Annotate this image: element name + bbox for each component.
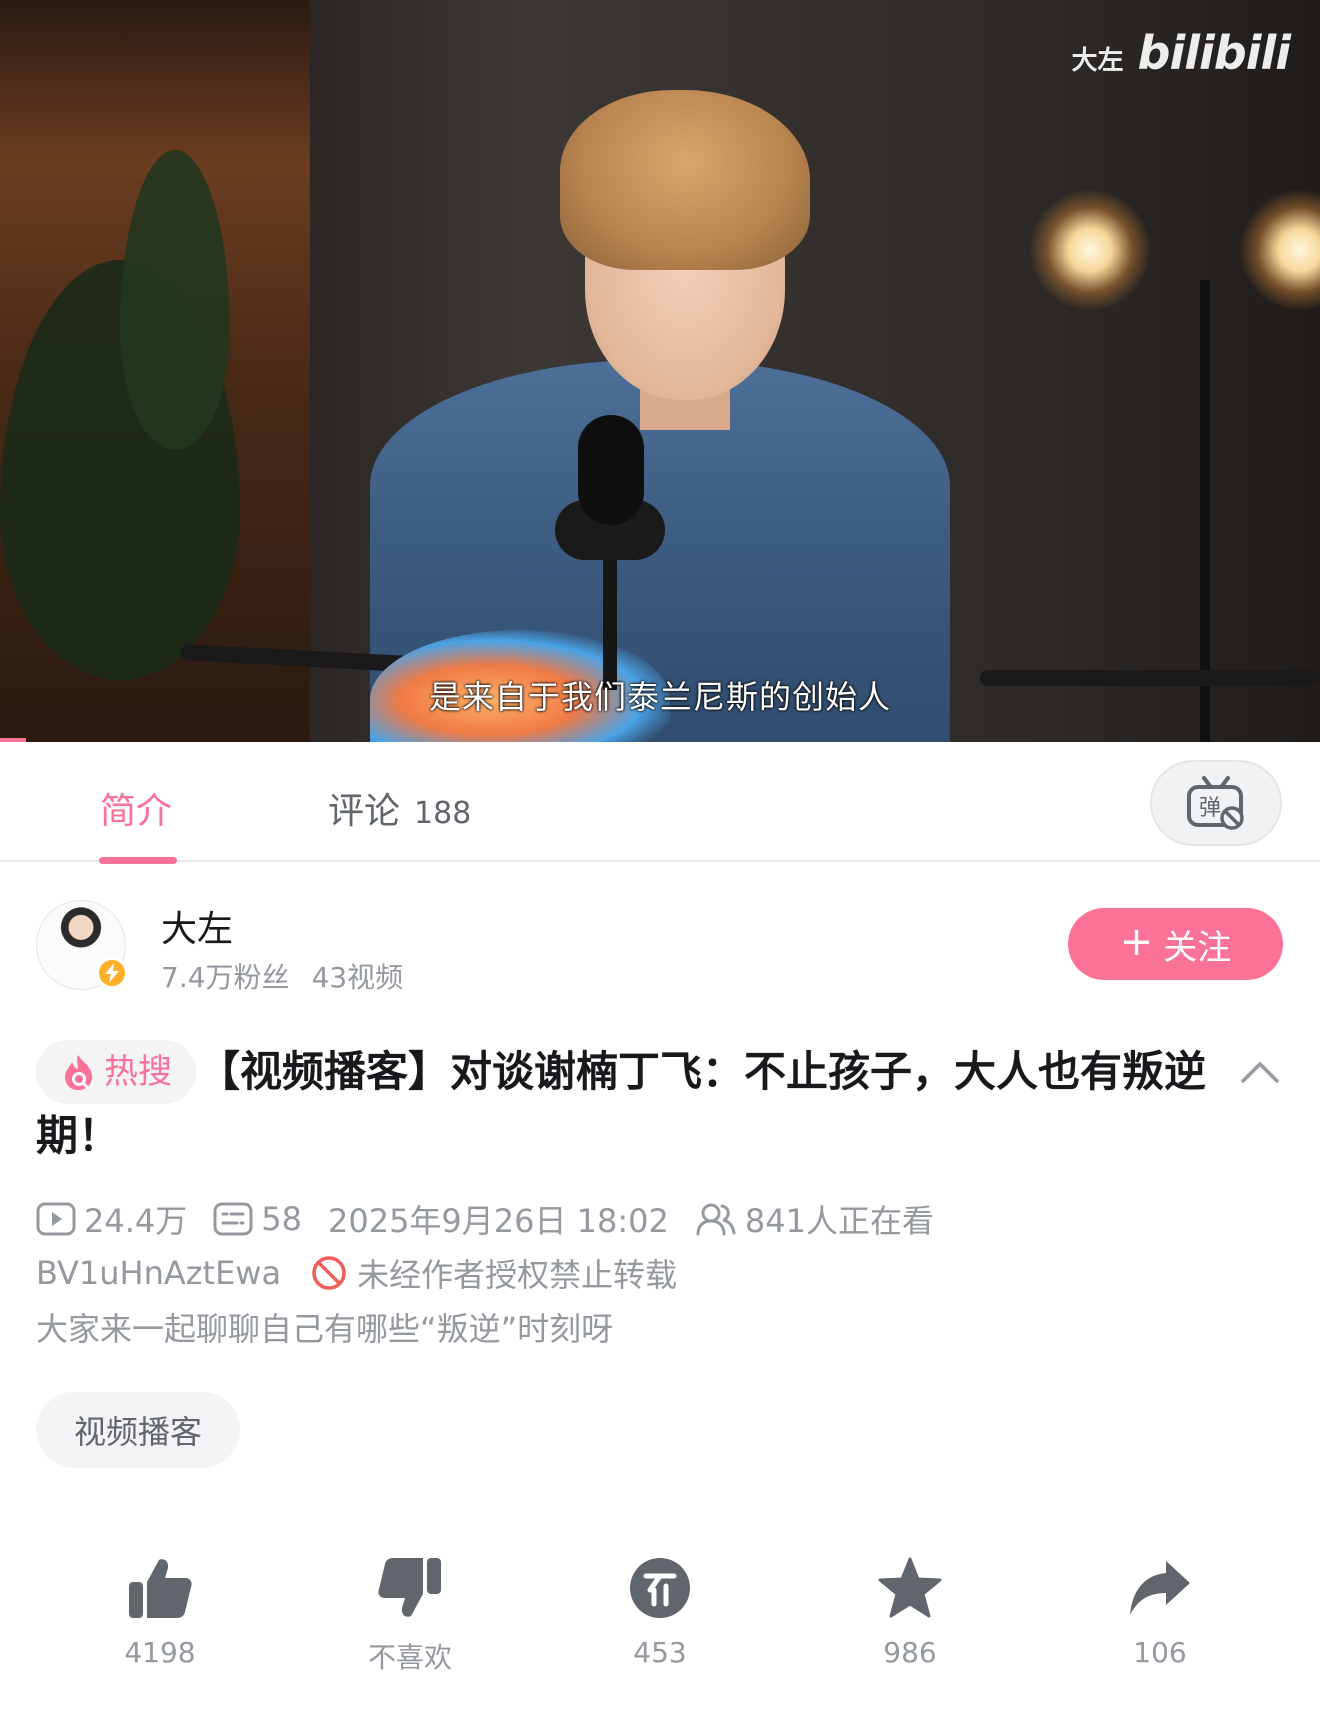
video-player[interactable]: 大左 bilibili 是来自于我们泰兰尼斯的创始人 [0, 0, 1320, 742]
uploader-video-count: 43视频 [311, 961, 404, 994]
copyright-text: 未经作者授权禁止转载 [357, 1256, 678, 1294]
tag-chip[interactable]: 视频播客 [36, 1392, 241, 1468]
people-watching-icon [696, 1203, 736, 1236]
video-stats-row: 24.4万 58 2025年9月26日 18:02 841人正在看 [36, 1196, 950, 1242]
dislike-label: 不喜欢 [367, 1641, 452, 1674]
favorite-button[interactable]: 986 [810, 1548, 1010, 1669]
video-mic-pole [603, 550, 617, 690]
coin-icon [630, 1558, 690, 1618]
hot-search-label: 热搜 [104, 1052, 172, 1092]
uploader-name[interactable]: 大左 [161, 900, 233, 952]
play-count-icon [36, 1202, 76, 1236]
like-button[interactable]: 4198 [60, 1548, 260, 1669]
follow-label: 关注 [1163, 927, 1232, 968]
watching-count: 841人正在看 [695, 1196, 934, 1242]
video-microphone [578, 415, 644, 525]
video-lamp-light [1240, 190, 1320, 310]
watching-count-value: 841人正在看 [744, 1202, 934, 1240]
tab-intro[interactable]: 简介 [100, 782, 172, 834]
view-count-value: 24.4万 [84, 1202, 188, 1240]
star-icon [878, 1557, 942, 1618]
forbidden-icon [312, 1256, 346, 1290]
tab-comments-label: 评论 [328, 791, 401, 832]
video-subtitle: 是来自于我们泰兰尼斯的创始人 [428, 678, 891, 716]
thumbs-down-icon [378, 1558, 441, 1617]
copyright-notice: 未经作者授权禁止转载 [311, 1250, 677, 1296]
video-person-hair [560, 90, 810, 270]
bvid: BV1uHnAztEwa [36, 1254, 282, 1292]
danmaku-count-value: 58 [261, 1200, 302, 1238]
video-title-block: 热搜 【视频播客】对谈谢楠丁飞：不止孩子，大人也有叛逆期！ [36, 1040, 1206, 1168]
watermark-user: 大左 [1071, 46, 1124, 76]
hot-search-tag[interactable]: 热搜 [36, 1040, 196, 1104]
tab-bar: 简介 评论 188 弹 [0, 742, 1320, 864]
uploader-fans: 7.4万粉丝 [161, 961, 290, 994]
flame-search-icon [65, 1055, 92, 1090]
share-arrow-icon [1130, 1561, 1190, 1615]
follow-button[interactable]: + 关注 [1068, 908, 1283, 980]
share-count: 106 [1133, 1636, 1187, 1669]
tab-comments[interactable]: 评论 188 [328, 782, 471, 834]
chevron-up-icon[interactable] [1240, 1060, 1280, 1084]
tab-comments-count: 188 [414, 796, 472, 831]
coin-button[interactable]: 453 [560, 1548, 760, 1669]
video-id-row: BV1uHnAztEwa 未经作者授权禁止转载 [36, 1250, 677, 1296]
video-watermark: 大左 bilibili [1071, 26, 1291, 80]
action-bar: 4198 不喜欢 453 986 106 [0, 1548, 1320, 1698]
video-title: 【视频播客】对谈谢楠丁飞：不止孩子，大人也有叛逆期！ [36, 1047, 1207, 1160]
svg-text:弹: 弹 [1199, 796, 1221, 821]
thumbs-up-icon [129, 1559, 192, 1618]
favorite-count: 986 [883, 1636, 937, 1669]
bilibili-logo: bilibili [1137, 26, 1291, 80]
dislike-button[interactable]: 不喜欢 [310, 1548, 510, 1676]
view-count: 24.4万 [36, 1196, 187, 1242]
lightning-verified-icon [96, 957, 128, 989]
uploader-stats: 7.4万粉丝 43视频 [161, 956, 403, 996]
like-count: 4198 [124, 1636, 196, 1669]
tab-active-indicator [99, 857, 177, 864]
video-lamp-light [1030, 190, 1150, 310]
danmaku-count: 58 [213, 1200, 302, 1238]
video-description: 大家来一起聊聊自己有哪些“叛逆”时刻呀 [36, 1310, 614, 1348]
danmaku-toggle-icon: 弹 [1187, 776, 1244, 830]
publish-time: 2025年9月26日 18:02 [327, 1202, 669, 1240]
danmaku-count-icon [213, 1202, 253, 1236]
danmaku-toggle-button[interactable]: 弹 [1150, 760, 1282, 846]
plus-icon: + [1119, 919, 1154, 965]
coin-count: 453 [633, 1636, 687, 1669]
share-button[interactable]: 106 [1060, 1548, 1260, 1669]
